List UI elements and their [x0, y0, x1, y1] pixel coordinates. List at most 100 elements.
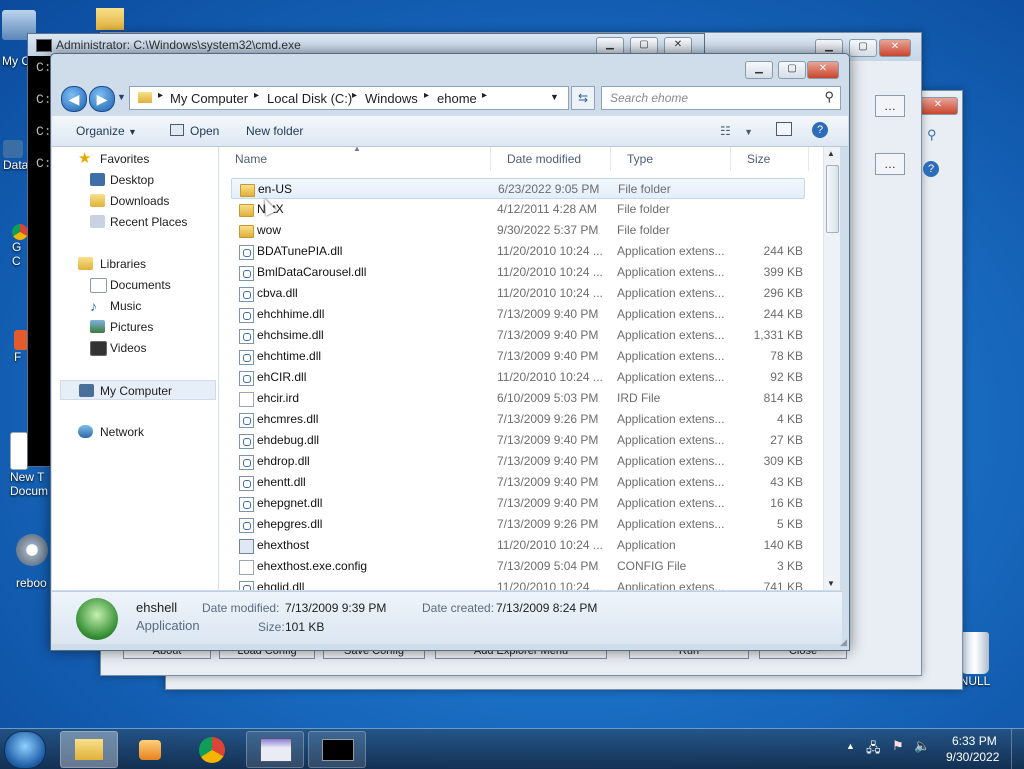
- sort-arrow-icon: ▲: [353, 147, 361, 153]
- resize-grip[interactable]: ◢: [840, 637, 847, 648]
- nav-libraries[interactable]: Libraries: [52, 254, 216, 274]
- nav-my-computer[interactable]: My Computer: [60, 380, 216, 400]
- nav-videos[interactable]: Videos: [52, 338, 216, 358]
- scroll-up-arrow[interactable]: ▲: [827, 149, 835, 158]
- file-row[interactable]: ehdebug.dll 7/13/2009 9:40 PM Application …: [231, 430, 805, 451]
- dll-file-icon: [239, 413, 254, 428]
- file-row[interactable]: ehglid.dll 11/20/2010 10:24 ... Applicatio…: [231, 577, 805, 590]
- new-folder-button[interactable]: New folder: [246, 124, 303, 138]
- nav-documents[interactable]: Documents: [52, 275, 216, 295]
- breadcrumb-local-disk[interactable]: Local Disk (C:): [267, 91, 352, 106]
- breadcrumb-ehome[interactable]: ehome: [437, 91, 477, 106]
- maximize-icon: ▢: [858, 41, 868, 52]
- desktop-icon-f[interactable]: F: [14, 330, 28, 364]
- network-tray-icon[interactable]: 🖧: [866, 739, 881, 761]
- close-button[interactable]: ✕: [879, 39, 911, 57]
- action-center-icon[interactable]: ⚑: [892, 738, 904, 754]
- scrollbar-thumb[interactable]: [826, 165, 839, 233]
- desktop-icon-chrome[interactable]: G C: [12, 224, 28, 268]
- chevron-right-icon: ▸: [352, 90, 358, 101]
- refresh-button[interactable]: ⇆: [571, 86, 595, 110]
- taskbar-chrome[interactable]: [184, 731, 242, 768]
- volume-icon[interactable]: 🔈: [914, 738, 930, 754]
- file-row[interactable]: NetX 4/12/2011 4:28 AM File folder: [231, 199, 805, 220]
- scroll-down-arrow[interactable]: ▼: [827, 579, 835, 588]
- breadcrumb-windows[interactable]: Windows: [365, 91, 418, 106]
- breadcrumb-my-computer[interactable]: My Computer: [170, 91, 248, 106]
- close-button[interactable]: ✕: [918, 97, 958, 115]
- file-row[interactable]: BDATunePIA.dll 11/20/2010 10:24 ... Applic…: [231, 241, 805, 262]
- show-hidden-icons-button[interactable]: ▲: [846, 741, 855, 751]
- search-icon[interactable]: ⚲: [927, 127, 937, 143]
- dll-file-icon: [239, 476, 254, 491]
- change-view-button[interactable]: ☷ ▼: [720, 124, 753, 138]
- file-row[interactable]: ehCIR.dll 11/20/2010 10:24 ... Application…: [231, 367, 805, 388]
- desktop-icon-recycle-bin[interactable]: NULL: [958, 632, 992, 688]
- file-row[interactable]: ehentt.dll 7/13/2009 9:40 PM Application e…: [231, 472, 805, 493]
- file-row[interactable]: ehcir.ird 6/10/2009 5:03 PM IRD File 814 KB: [231, 388, 805, 409]
- clock-date[interactable]: 9/30/2022: [946, 750, 999, 764]
- file-row[interactable]: ehepgres.dll 7/13/2009 9:26 PM Application…: [231, 514, 805, 535]
- organize-button[interactable]: Organize ▼: [76, 124, 137, 138]
- file-row[interactable]: ehexthost 11/20/2010 10:24 ... Application…: [231, 535, 805, 556]
- details-modified-value: 7/13/2009 9:39 PM: [285, 601, 387, 615]
- desktop-icon-data[interactable]: Data: [3, 140, 28, 172]
- desktop-icon-label: NULL: [959, 674, 991, 688]
- vertical-scrollbar[interactable]: ▲ ▼: [823, 147, 840, 590]
- file-name: wow: [257, 223, 282, 237]
- maximize-button[interactable]: ▢: [849, 39, 877, 57]
- back-button[interactable]: ◀: [61, 86, 87, 112]
- column-header-date[interactable]: Date modified: [491, 147, 611, 171]
- taskbar-app-window[interactable]: [246, 731, 304, 768]
- browse-button[interactable]: …: [875, 95, 905, 117]
- file-row[interactable]: BmlDataCarousel.dll 11/20/2010 10:24 ... A…: [231, 262, 805, 283]
- file-date: 7/13/2009 9:40 PM: [497, 454, 599, 468]
- address-bar[interactable]: ▸ My Computer ▸ Local Disk (C:) ▸ Window…: [129, 86, 569, 110]
- help-icon[interactable]: ?: [923, 161, 939, 177]
- column-header-type[interactable]: Type: [611, 147, 731, 171]
- explorer-window[interactable]: ▁ ▢ ✕ ◀ ▶ ▼ ▸ My Computer ▸ Local Disk (…: [50, 53, 850, 651]
- nav-favorites[interactable]: ★ Favorites: [52, 149, 216, 169]
- file-row[interactable]: cbva.dll 11/20/2010 10:24 ... Application …: [231, 283, 805, 304]
- recent-pages-dropdown[interactable]: ▼: [117, 92, 126, 102]
- nav-music[interactable]: ♪ Music: [52, 296, 216, 316]
- file-row[interactable]: wow 9/30/2022 5:37 PM File folder: [231, 220, 805, 241]
- file-row[interactable]: ehchsime.dll 7/13/2009 9:40 PM Application…: [231, 325, 805, 346]
- file-row[interactable]: ehepgnet.dll 7/13/2009 9:40 PM Application…: [231, 493, 805, 514]
- open-button[interactable]: Open: [170, 124, 219, 138]
- file-row[interactable]: ehdrop.dll 7/13/2009 9:40 PM Application e…: [231, 451, 805, 472]
- nav-recent-places[interactable]: Recent Places: [52, 212, 216, 232]
- search-input[interactable]: Search ehome ⚲: [601, 86, 841, 110]
- file-row[interactable]: ehchtime.dll 7/13/2009 9:40 PM Application…: [231, 346, 805, 367]
- start-button[interactable]: [4, 731, 46, 769]
- file-row[interactable]: ehexthost.exe.config 7/13/2009 5:04 PM CON…: [231, 556, 805, 577]
- file-row[interactable]: ehchhime.dll 7/13/2009 9:40 PM Application…: [231, 304, 805, 325]
- minimize-button[interactable]: ▁: [745, 61, 773, 79]
- documents-icon: [90, 278, 107, 293]
- maximize-button[interactable]: ▢: [778, 61, 806, 79]
- help-button[interactable]: ?: [812, 122, 828, 138]
- nav-downloads[interactable]: Downloads: [52, 191, 216, 211]
- nav-pictures[interactable]: Pictures: [52, 317, 216, 337]
- column-header-size[interactable]: Size: [731, 147, 809, 171]
- file-row[interactable]: ehcmres.dll 7/13/2009 9:26 PM Application …: [231, 409, 805, 430]
- browse-button[interactable]: …: [875, 153, 905, 175]
- nav-desktop[interactable]: Desktop: [52, 170, 216, 190]
- taskbar-cmd[interactable]: [308, 731, 366, 768]
- folder-icon[interactable]: [96, 8, 124, 30]
- file-row[interactable]: en-US 6/23/2022 9:05 PM File folder: [231, 178, 805, 199]
- file-size: 1,331 KB: [753, 328, 803, 342]
- open-label: Open: [190, 124, 220, 138]
- address-dropdown[interactable]: ▼: [550, 92, 559, 102]
- preview-pane-button[interactable]: [776, 122, 792, 136]
- nav-network[interactable]: Network: [52, 422, 216, 442]
- show-desktop-button[interactable]: [1011, 729, 1024, 769]
- clock-time[interactable]: 6:33 PM: [952, 734, 997, 748]
- taskbar-media-player[interactable]: [122, 731, 180, 768]
- taskbar-explorer[interactable]: [60, 731, 118, 768]
- close-button[interactable]: ✕: [807, 61, 839, 79]
- file-type: IRD File: [617, 391, 661, 405]
- forward-button[interactable]: ▶: [89, 86, 115, 112]
- desktop-icon-label: F: [14, 350, 22, 364]
- desktop-icon-reboot[interactable]: reboo: [16, 534, 48, 590]
